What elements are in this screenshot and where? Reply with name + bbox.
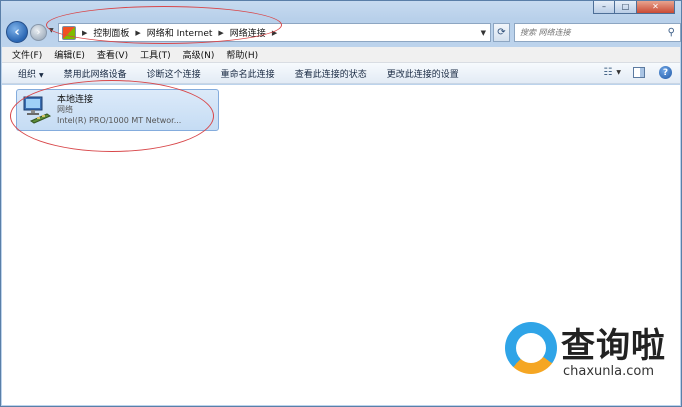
connection-status: 网络 (57, 105, 73, 114)
organize-button[interactable]: 组织 ▼ (18, 67, 44, 80)
breadcrumb-network-connections[interactable]: 网络连接 (230, 26, 266, 39)
address-row: ‹ › ▼ ▶ 控制面板 ▶ 网络和 Internet ▶ 网络连接 ▶ ▼ ⟳… (6, 21, 681, 45)
menu-file[interactable]: 文件(F) (12, 48, 42, 61)
rename-connection-button[interactable]: 重命名此连接 (221, 67, 275, 80)
forward-arrow-icon: › (36, 27, 41, 38)
refresh-button[interactable]: ⟳ (493, 23, 510, 42)
menu-view[interactable]: 查看(V) (97, 48, 128, 61)
menu-tools[interactable]: 工具(T) (140, 48, 171, 61)
help-icon[interactable]: ? (659, 66, 672, 79)
menu-help[interactable]: 帮助(H) (226, 48, 258, 61)
watermark-title: 查询啦 (561, 326, 666, 366)
control-panel-icon (62, 25, 76, 40)
organize-label: 组织 (18, 69, 37, 80)
forward-button[interactable]: › (30, 24, 47, 41)
search-box[interactable]: ⚲ (514, 23, 681, 42)
recent-pages-dropdown[interactable]: ▼ (49, 27, 54, 34)
connection-device: Intel(R) PRO/1000 MT Networ... (57, 116, 182, 125)
connection-item-local[interactable]: 本地连接 网络 Intel(R) PRO/1000 MT Networ... (16, 89, 219, 131)
back-button[interactable]: ‹ (6, 21, 28, 43)
menu-bar: 文件(F) 编辑(E) 查看(V) 工具(T) 高级(N) 帮助(H) (2, 47, 680, 63)
network-adapter-icon (23, 96, 52, 124)
preview-pane-icon[interactable] (633, 67, 645, 78)
command-bar-right: ☷ ▼ ? (603, 66, 672, 79)
chevron-down-icon: ▼ (39, 71, 44, 79)
breadcrumb-separator-icon[interactable]: ▶ (218, 29, 223, 37)
disable-device-button[interactable]: 禁用此网络设备 (64, 67, 127, 80)
change-view-icon[interactable]: ☷ (603, 67, 612, 78)
diagnose-connection-button[interactable]: 诊断这个连接 (147, 67, 201, 80)
search-input[interactable] (520, 28, 660, 37)
refresh-icon: ⟳ (497, 27, 506, 38)
address-dropdown-icon[interactable]: ▼ (481, 29, 486, 37)
view-dropdown-icon[interactable]: ▼ (616, 69, 621, 76)
watermark-url: chaxunla.com (563, 364, 654, 379)
change-settings-button[interactable]: 更改此连接的设置 (387, 67, 459, 80)
search-icon[interactable]: ⚲ (668, 27, 675, 38)
back-arrow-icon: ‹ (14, 24, 20, 40)
view-status-button[interactable]: 查看此连接的状态 (295, 67, 367, 80)
breadcrumb-separator-icon[interactable]: ▶ (272, 29, 277, 37)
breadcrumb-network-internet[interactable]: 网络和 Internet (147, 26, 213, 39)
command-bar: 组织 ▼ 禁用此网络设备 诊断这个连接 重命名此连接 查看此连接的状态 更改此连接… (2, 63, 680, 84)
watermark-logo-icon (505, 322, 557, 374)
caption-buttons: – □ ✕ (593, 1, 675, 14)
breadcrumb-control-panel[interactable]: 控制面板 (93, 26, 129, 39)
breadcrumb-separator-icon[interactable]: ▶ (82, 29, 87, 37)
address-bar[interactable]: ▶ 控制面板 ▶ 网络和 Internet ▶ 网络连接 ▶ ▼ (58, 23, 491, 42)
menu-advanced[interactable]: 高级(N) (183, 48, 215, 61)
minimize-button[interactable]: – (593, 1, 615, 14)
watermark: 查询啦 chaxunla.com (505, 318, 677, 388)
close-button[interactable]: ✕ (637, 1, 675, 14)
menu-edit[interactable]: 编辑(E) (54, 48, 85, 61)
maximize-button[interactable]: □ (615, 1, 637, 14)
breadcrumb-separator-icon[interactable]: ▶ (135, 29, 140, 37)
